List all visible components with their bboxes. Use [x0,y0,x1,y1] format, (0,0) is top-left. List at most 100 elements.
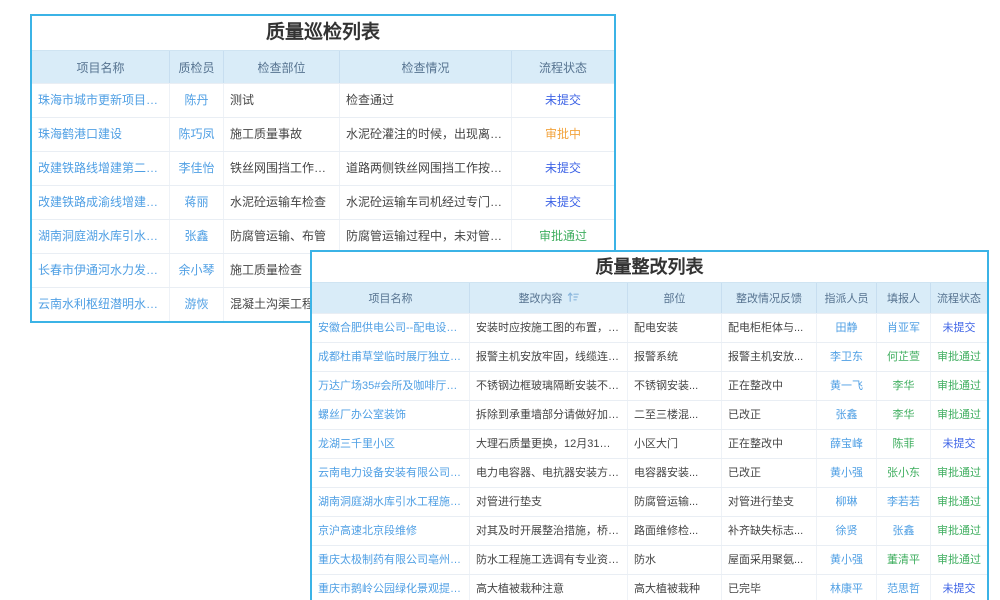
part-cell: 高大植被栽种 [628,575,722,600]
rectification-table-title: 质量整改列表 [312,252,987,283]
inspected-part-cell: 测试 [224,84,340,117]
project-name-link[interactable]: 京沪高速北京段维修 [312,517,470,545]
workflow-status-badge: 未提交 [512,152,614,185]
rectify-content-cell: 不锈钢边框玻璃隔断安装不牢... [470,372,628,400]
part-cell: 路面维修检... [628,517,722,545]
table-row: 珠海市城市更新项目紫... 陈丹 测试 检查通过 未提交 [32,83,614,117]
inspector-name-link[interactable]: 张鑫 [170,220,224,253]
assignee-name-link[interactable]: 林康平 [817,575,877,600]
rectify-feedback-cell: 正在整改中 [722,372,817,400]
project-name-link[interactable]: 长春市伊通河水力发电... [32,254,170,287]
project-name-link[interactable]: 云南电力设备安装有限公司20... [312,459,470,487]
column-header-workflow-status: 流程状态 [931,283,987,313]
assignee-name-link[interactable]: 黄小强 [817,459,877,487]
project-name-link[interactable]: 万达广场35#会所及咖啡厅空... [312,372,470,400]
rectify-feedback-cell: 配电柜柜体与... [722,314,817,342]
column-header-rectify-content[interactable]: 整改内容 [470,283,628,313]
table-row: 改建铁路线增建第二线... 李佳怡 铁丝网围挡工作检查 道路两侧铁丝网围挡工作按… [32,151,614,185]
reporter-name-link[interactable]: 李华 [877,372,931,400]
inspected-part-cell: 水泥砼运输车检查 [224,186,340,219]
rectify-content-cell: 安装时应按施工图的布置，将... [470,314,628,342]
column-header-reporter: 填报人 [877,283,931,313]
inspected-part-cell: 铁丝网围挡工作检查 [224,152,340,185]
sort-icon[interactable] [567,291,579,306]
workflow-status-badge: 审批通过 [931,546,987,574]
column-header-project-name: 项目名称 [312,283,470,313]
reporter-name-link[interactable]: 董清平 [877,546,931,574]
inspected-part-cell: 防腐管运输、布管 [224,220,340,253]
rectify-feedback-cell: 屋面采用聚氨... [722,546,817,574]
part-cell: 配电安装 [628,314,722,342]
project-name-link[interactable]: 重庆市鹅岭公园绿化景观提升... [312,575,470,600]
assignee-name-link[interactable]: 黄小强 [817,546,877,574]
rectification-table: 质量整改列表 项目名称 整改内容 部位 整改情况反馈 指派人员 填报人 流程状态 [310,250,989,600]
rectify-feedback-cell: 已改正 [722,401,817,429]
reporter-name-link[interactable]: 张鑫 [877,517,931,545]
part-cell: 不锈钢安装... [628,372,722,400]
reporter-name-link[interactable]: 陈菲 [877,430,931,458]
project-name-link[interactable]: 重庆太极制药有限公司亳州中... [312,546,470,574]
assignee-name-link[interactable]: 柳琳 [817,488,877,516]
reporter-name-link[interactable]: 张小东 [877,459,931,487]
inspected-part-cell: 施工质量事故 [224,118,340,151]
project-name-link[interactable]: 珠海市城市更新项目紫... [32,84,170,117]
project-name-link[interactable]: 珠海鹤港口建设 [32,118,170,151]
project-name-link[interactable]: 成都杜甫草堂临时展厅独立展... [312,343,470,371]
column-header-rectify-feedback: 整改情况反馈 [722,283,817,313]
inspector-name-link[interactable]: 陈巧凤 [170,118,224,151]
project-name-link[interactable]: 改建铁路成渝线增建第... [32,186,170,219]
column-header-assignee: 指派人员 [817,283,877,313]
assignee-name-link[interactable]: 张鑫 [817,401,877,429]
table-row: 湖南洞庭湖水库引水工程施工I标 对管进行垫支 防腐管运输... 对管进行垫支 柳… [312,487,987,516]
project-name-link[interactable]: 安徽合肥供电公司--配电设备... [312,314,470,342]
inspector-name-link[interactable]: 余小琴 [170,254,224,287]
assignee-name-link[interactable]: 李卫东 [817,343,877,371]
workflow-status-badge: 审批通过 [931,343,987,371]
reporter-name-link[interactable]: 李华 [877,401,931,429]
reporter-name-link[interactable]: 李若若 [877,488,931,516]
project-name-link[interactable]: 湖南洞庭湖水库引水工程施工I标 [312,488,470,516]
part-cell: 防水 [628,546,722,574]
rectify-content-cell: 防水工程施工选调有专业资质... [470,546,628,574]
inspection-situation-cell: 水泥砼运输车司机经过专门培训... [340,186,512,219]
assignee-name-link[interactable]: 黄一飞 [817,372,877,400]
table-row: 螺丝厂办公室装饰 拆除到承重墙部分请做好加固... 二至三楼混... 已改正 张… [312,400,987,429]
rectification-table-body: 安徽合肥供电公司--配电设备... 安装时应按施工图的布置，将... 配电安装 … [312,313,987,600]
inspector-name-link[interactable]: 陈丹 [170,84,224,117]
workflow-status-badge: 未提交 [512,186,614,219]
table-row: 安徽合肥供电公司--配电设备... 安装时应按施工图的布置，将... 配电安装 … [312,313,987,342]
assignee-name-link[interactable]: 薛宝峰 [817,430,877,458]
project-name-link[interactable]: 龙湖三千里小区 [312,430,470,458]
inspector-name-link[interactable]: 李佳怡 [170,152,224,185]
reporter-name-link[interactable]: 范思哲 [877,575,931,600]
inspector-name-link[interactable]: 蒋丽 [170,186,224,219]
column-header-inspected-part: 检查部位 [224,51,340,83]
project-name-link[interactable]: 改建铁路线增建第二线... [32,152,170,185]
rectify-feedback-cell: 已完毕 [722,575,817,600]
rectify-feedback-cell: 正在整改中 [722,430,817,458]
workflow-status-badge: 审批中 [512,118,614,151]
workflow-status-badge: 未提交 [931,314,987,342]
project-name-link[interactable]: 云南水利枢纽潜明水库... [32,288,170,321]
rectify-feedback-cell: 补齐缺失标志... [722,517,817,545]
part-cell: 二至三楼混... [628,401,722,429]
rectify-feedback-cell: 报警主机安放... [722,343,817,371]
column-header-inspection-situation: 检查情况 [340,51,512,83]
part-cell: 防腐管运输... [628,488,722,516]
column-header-rectify-content-label: 整改内容 [519,290,563,306]
assignee-name-link[interactable]: 田静 [817,314,877,342]
rectification-table-header: 项目名称 整改内容 部位 整改情况反馈 指派人员 填报人 流程状态 [312,283,987,313]
inspection-table-title: 质量巡检列表 [32,16,614,51]
table-row: 云南电力设备安装有限公司20... 电力电容器、电抗器安装方案,... 电容器安… [312,458,987,487]
project-name-link[interactable]: 湖南洞庭湖水库引水工... [32,220,170,253]
rectify-content-cell: 对其及时开展整治措施，桥头... [470,517,628,545]
inspection-table-header: 项目名称 质检员 检查部位 检查情况 流程状态 [32,51,614,83]
rectify-content-cell: 拆除到承重墙部分请做好加固... [470,401,628,429]
inspector-name-link[interactable]: 游恢 [170,288,224,321]
reporter-name-link[interactable]: 何芷萱 [877,343,931,371]
column-header-inspector: 质检员 [170,51,224,83]
reporter-name-link[interactable]: 肖亚军 [877,314,931,342]
assignee-name-link[interactable]: 徐贤 [817,517,877,545]
project-name-link[interactable]: 螺丝厂办公室装饰 [312,401,470,429]
inspection-situation-cell: 检查通过 [340,84,512,117]
